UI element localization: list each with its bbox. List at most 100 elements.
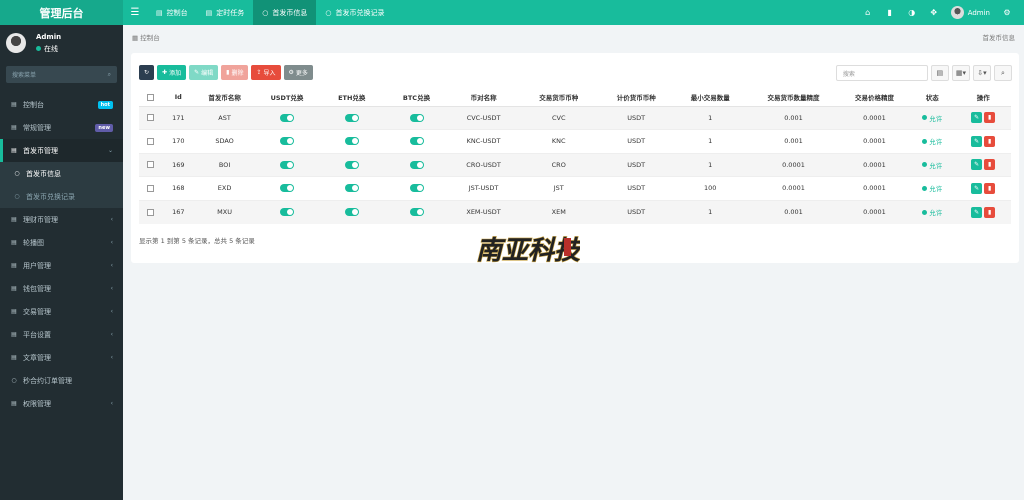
exchange-toggle[interactable] — [344, 137, 359, 146]
sidebar-subitem-3[interactable]: ○ 首发币信息 — [0, 162, 123, 185]
brand-logo[interactable]: 管理后台 — [0, 0, 123, 25]
column-header[interactable]: 交易货币币种 — [518, 89, 600, 107]
tab-3[interactable]: ○ 首发币兑换记录 — [316, 0, 393, 25]
tab-0[interactable]: ▤ 控制台 — [147, 0, 197, 25]
row-edit-button[interactable]: ✎ — [971, 112, 983, 124]
export-button[interactable]: ⇩▾ — [973, 65, 991, 81]
row-edit-button[interactable]: ✎ — [971, 135, 983, 147]
exchange-toggle[interactable] — [409, 184, 424, 193]
exchange-toggle[interactable] — [344, 113, 359, 122]
circle-icon: ○ — [262, 8, 269, 17]
home-icon[interactable]: ⌂ — [857, 8, 879, 17]
exchange-toggle[interactable] — [280, 137, 294, 146]
row-checkbox[interactable] — [147, 184, 155, 192]
sidebar-item-9[interactable]: ▤ 交易管理 ‹ — [0, 300, 123, 323]
column-header[interactable]: 操作 — [955, 89, 1011, 107]
columns-button[interactable]: ▦▾ — [951, 65, 970, 81]
delete-button[interactable]: ▮ 删除 — [221, 65, 249, 80]
add-button[interactable]: ✚ 添加 — [157, 65, 187, 80]
exchange-toggle[interactable] — [280, 184, 294, 193]
toggle-cell — [384, 199, 449, 224]
row-edit-button[interactable]: ✎ — [971, 159, 983, 171]
row-delete-button[interactable]: ▮ — [984, 135, 996, 147]
column-header[interactable]: ETH兑换 — [319, 89, 385, 107]
table-row[interactable]: 169 BOI CRO-USDT CRO USDT 1 0.0001 0.0001 允许 ✎ ▮ — [139, 152, 1011, 177]
language-icon[interactable]: ◑ — [901, 8, 923, 17]
trash-icon: ▮ — [226, 69, 230, 76]
row-delete-button[interactable]: ▮ — [984, 206, 996, 218]
sidebar-item-1[interactable]: ▤ 常规管理 new — [0, 116, 123, 139]
sidebar-item-13[interactable]: ▤ 权限管理 ‹ — [0, 392, 123, 415]
cell-qty: 0.0001 — [747, 176, 840, 200]
table-row[interactable]: 171 AST CVC-USDT CVC USDT 1 0.001 0.0001 允许 ✎ ▮ — [139, 105, 1011, 130]
menu-toggle-icon[interactable]: ☰ — [123, 7, 147, 18]
tab-1[interactable]: ▤ 定时任务 — [197, 0, 254, 25]
cell-id: 167 — [162, 199, 195, 224]
exchange-toggle[interactable] — [409, 160, 424, 169]
row-delete-button[interactable]: ▮ — [984, 159, 996, 171]
search-toggle-button[interactable]: ⌕ — [994, 65, 1012, 81]
sidebar-search-input[interactable]: 搜索菜单 ⌕ — [6, 66, 117, 83]
cell-price: 0.0001 — [839, 176, 910, 200]
toggle-view-button[interactable]: ▤ — [930, 65, 949, 81]
sidebar-subitem-4[interactable]: ○ 首发币兑换记录 — [0, 185, 123, 208]
exchange-toggle[interactable] — [280, 160, 294, 169]
fullscreen-icon[interactable]: ✥ — [923, 8, 945, 17]
exchange-toggle[interactable] — [409, 113, 424, 122]
gears-icon[interactable]: ⚙ — [996, 8, 1018, 17]
column-header[interactable]: BTC兑换 — [384, 89, 449, 107]
sidebar-item-8[interactable]: ▤ 钱包管理 ‹ — [0, 277, 123, 300]
sidebar-item-7[interactable]: ▤ 用户管理 ‹ — [0, 254, 123, 277]
column-header[interactable]: 币对名称 — [448, 89, 519, 107]
column-header[interactable]: 状态 — [909, 89, 956, 107]
exchange-toggle[interactable] — [280, 208, 294, 216]
import-button[interactable]: ⇪ 导入 — [251, 65, 281, 80]
row-checkbox[interactable] — [147, 208, 155, 216]
pencil-icon: ✎ — [974, 184, 980, 192]
row-edit-button[interactable]: ✎ — [971, 182, 983, 194]
row-edit-button[interactable]: ✎ — [971, 206, 983, 218]
sidebar-item-10[interactable]: ▤ 平台设置 ‹ — [0, 323, 123, 346]
breadcrumb-home[interactable]: ▦ 控制台 — [132, 32, 160, 42]
sidebar-item-6[interactable]: ▤ 轮播图 ‹ — [0, 231, 123, 254]
status-text: 允许 — [929, 185, 943, 194]
refresh-button[interactable]: ↻ — [139, 65, 155, 80]
exchange-toggle[interactable] — [280, 113, 294, 122]
row-checkbox[interactable] — [147, 137, 155, 145]
table-row[interactable]: 168 EXD JST-USDT JST USDT 100 0.0001 0.0001 允许 ✎ ▮ — [139, 176, 1011, 200]
exchange-toggle[interactable] — [344, 160, 359, 169]
sidebar-item-2[interactable]: ▤ 首发币管理 ⌄ — [0, 139, 123, 162]
header-user-menu[interactable]: Admin — [945, 6, 996, 19]
search-icon[interactable]: ⌕ — [108, 71, 111, 79]
table-search-input[interactable]: 搜索 — [835, 65, 928, 81]
select-all-checkbox[interactable] — [147, 93, 155, 101]
column-header[interactable]: 首发币名称 — [194, 89, 255, 107]
sidebar-item-11[interactable]: ▤ 文章管理 ‹ — [0, 346, 123, 369]
column-header[interactable]: 交易货币数量精度 — [747, 89, 840, 107]
exchange-toggle[interactable] — [344, 208, 359, 216]
column-header[interactable]: 交易价格精度 — [839, 89, 910, 107]
tab-2[interactable]: ○ 首发币信息 — [253, 0, 317, 25]
more-button[interactable]: ⚙ 更多 — [283, 65, 313, 80]
exchange-toggle[interactable] — [409, 137, 424, 146]
row-checkbox[interactable] — [147, 161, 155, 169]
edit-button[interactable]: ✎ 编辑 — [189, 65, 219, 80]
table-row[interactable]: 167 MXU XEM-USDT XEM USDT 1 0.001 0.0001 允许 ✎ ▮ — [139, 199, 1011, 224]
column-header[interactable]: Id — [162, 89, 195, 107]
cell-coin: XEM — [518, 199, 600, 224]
column-header[interactable]: USDT兑换 — [254, 89, 320, 107]
row-delete-button[interactable]: ▮ — [984, 182, 996, 194]
table-row[interactable]: 170 SDAO KNC-USDT KNC USDT 1 0.001 0.0001 允许 ✎ ▮ — [139, 129, 1011, 153]
column-header[interactable]: 最小交易数量 — [673, 89, 748, 107]
sidebar-item-12[interactable]: ○ 秒合约订单管理 — [0, 369, 123, 392]
list-icon: ▤ — [11, 308, 17, 315]
column-header[interactable]: 计价货币币种 — [599, 89, 674, 107]
exchange-toggle[interactable] — [409, 208, 424, 216]
row-delete-button[interactable]: ▮ — [984, 112, 996, 124]
sidebar-item-0[interactable]: ▤ 控制台 hot — [0, 93, 123, 116]
menu-badge: hot — [97, 100, 113, 109]
sidebar-item-5[interactable]: ▤ 理财币管理 ‹ — [0, 208, 123, 231]
trash-icon[interactable]: ▮ — [879, 8, 901, 17]
exchange-toggle[interactable] — [344, 184, 359, 193]
row-checkbox[interactable] — [147, 114, 155, 122]
